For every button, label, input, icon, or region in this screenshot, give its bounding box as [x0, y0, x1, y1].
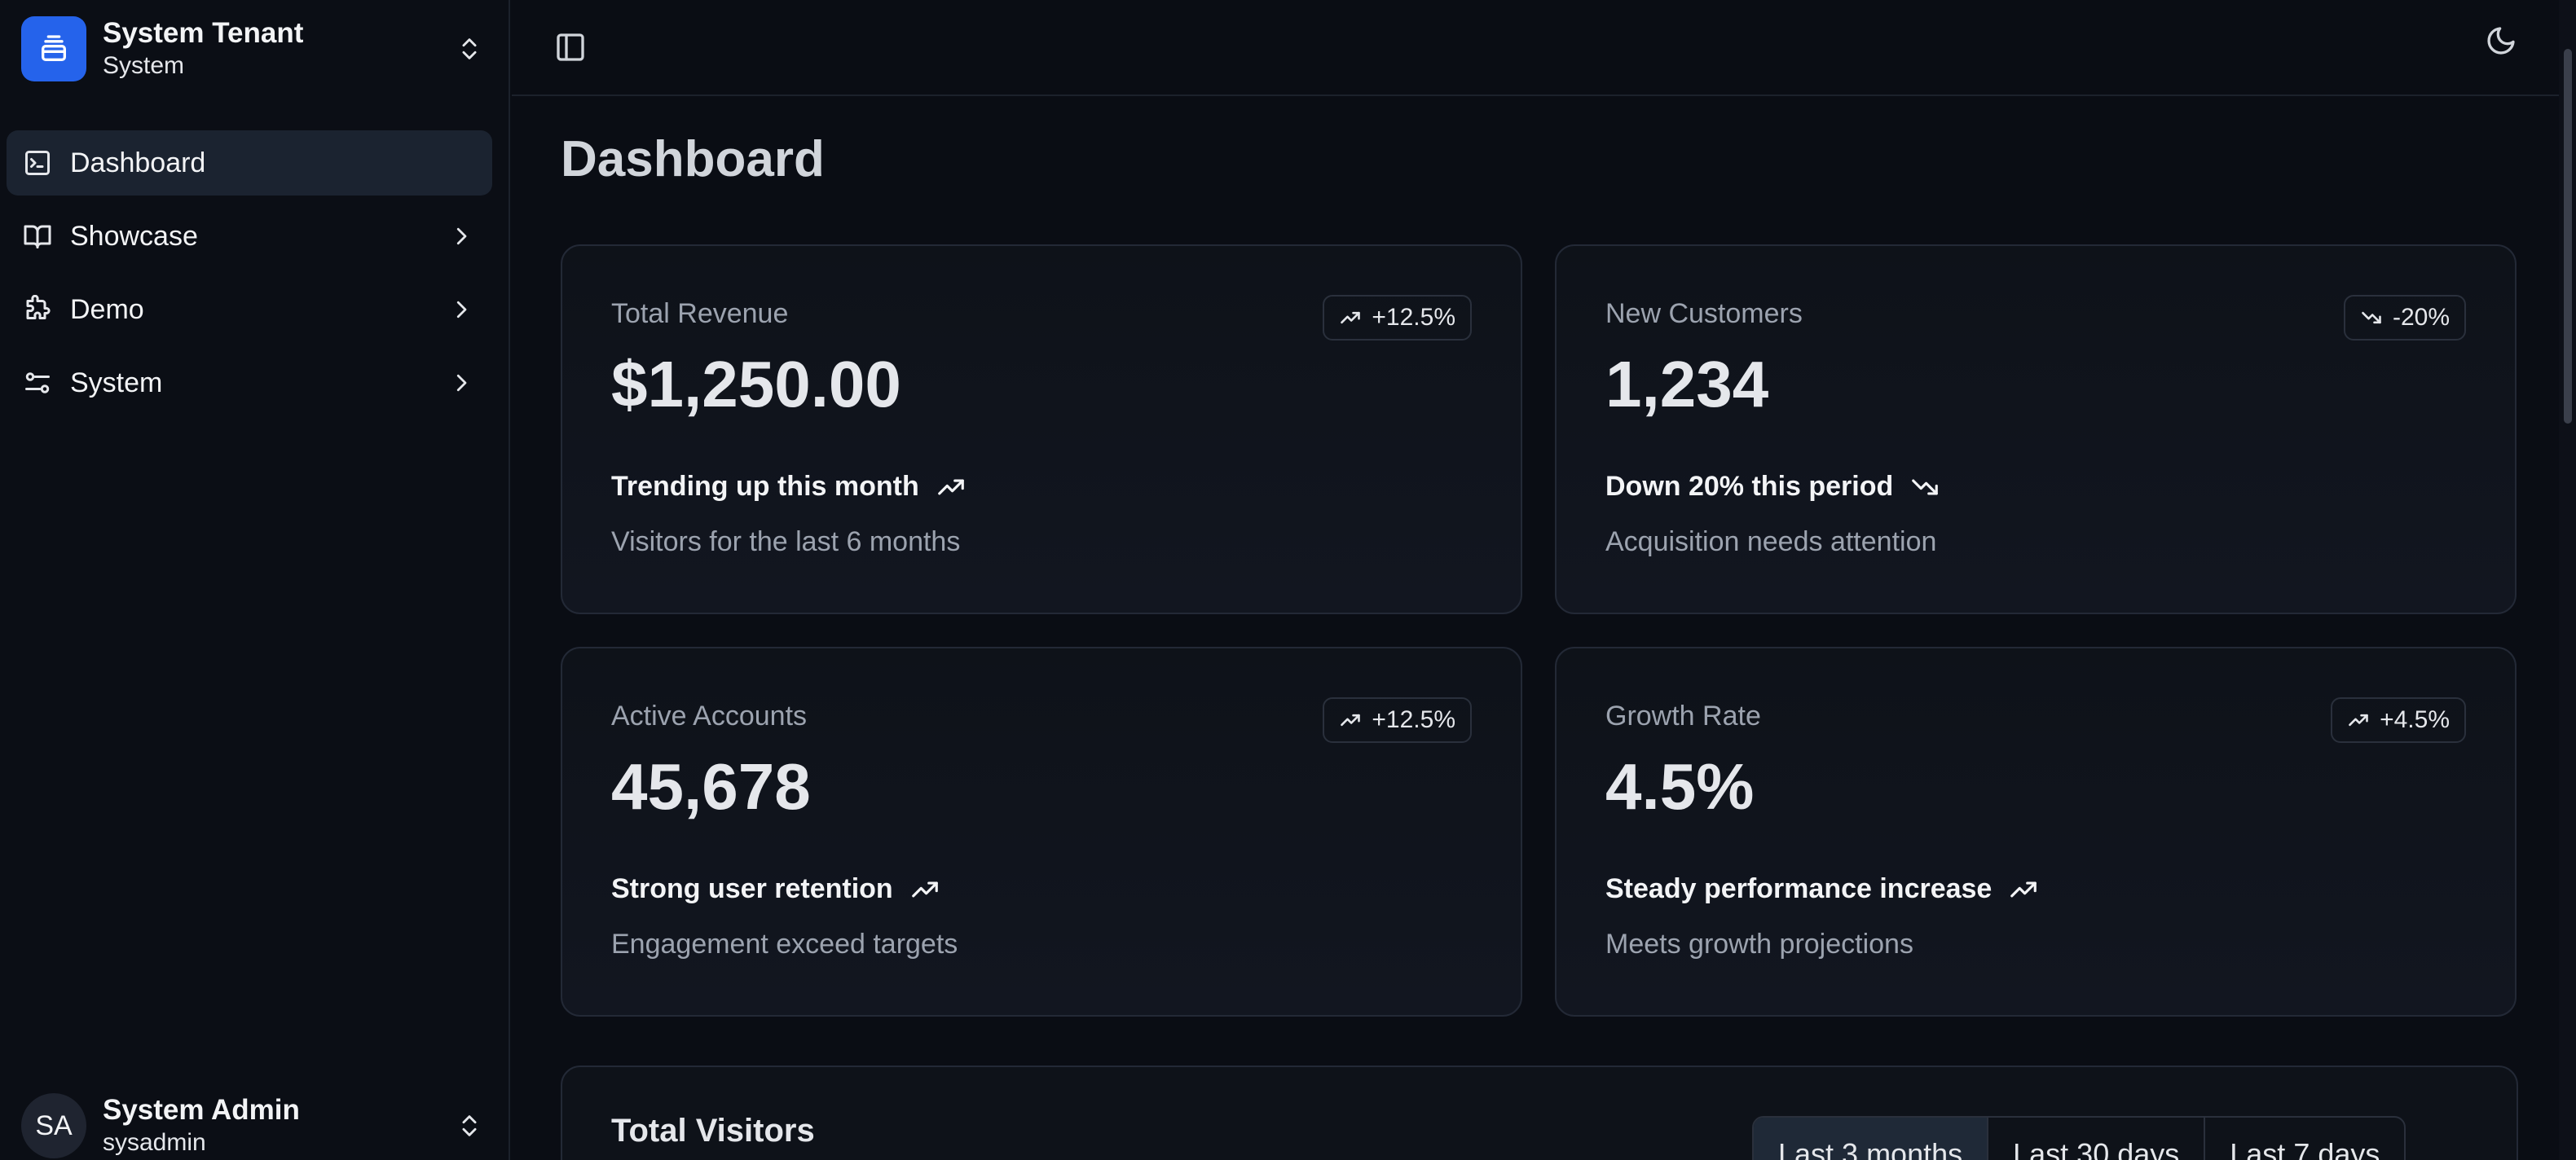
sidebar-item-showcase[interactable]: Showcase [7, 204, 492, 269]
trend-summary: Strong user retention [611, 873, 940, 905]
stat-card-total-revenue: Total Revenue $1,250.00 +12.5% Trending … [561, 244, 1522, 614]
trend-badge-value: +12.5% [1372, 706, 1455, 733]
sidebar-item-label: Showcase [70, 220, 198, 252]
sidebar-item-label: Demo [70, 293, 144, 325]
range-last-30-days-button[interactable]: Last 30 days [1988, 1118, 2206, 1160]
stat-label: Growth Rate [1605, 701, 1761, 732]
chevron-right-icon [445, 367, 478, 399]
tenant-logo-icon [21, 16, 86, 81]
top-bar [512, 0, 2576, 96]
tenant-text: System Tenant System [103, 16, 453, 81]
trending-down-icon [1912, 479, 1939, 494]
trending-up-icon [2010, 881, 2037, 897]
moon-icon[interactable] [2473, 16, 2530, 65]
settings-sliders-icon [21, 367, 54, 399]
tenant-sub: System [103, 52, 185, 79]
trend-badge-value: +12.5% [1372, 304, 1455, 331]
stat-card-growth-rate: Growth Rate 4.5% +4.5% Steady performanc… [1555, 647, 2517, 1017]
trend-badge: +4.5% [2331, 697, 2466, 743]
trend-summary: Trending up this month [611, 471, 967, 503]
stat-description: Acquisition needs attention [1605, 526, 1937, 557]
app: System Tenant System Dashboard Showcase … [0, 0, 2576, 1160]
sidebar-nav: Dashboard Showcase Demo System [7, 130, 492, 424]
sidebar-toggle-icon[interactable] [546, 23, 595, 72]
stat-description: Meets growth projections [1605, 929, 1913, 960]
stat-label: Total Revenue [611, 298, 789, 329]
sidebar-item-demo[interactable]: Demo [7, 277, 492, 342]
user-menu[interactable]: SA System Admin sysadmin [21, 1088, 486, 1160]
page-title: Dashboard [561, 131, 825, 187]
trending-up-icon [1341, 311, 1361, 324]
stat-card-active-accounts: Active Accounts 45,678 +12.5% Strong use… [561, 647, 1522, 1017]
user-text: System Admin sysadmin [103, 1093, 453, 1158]
sidebar-item-label: Dashboard [70, 147, 206, 178]
trend-badge: -20% [2343, 295, 2466, 341]
trend-summary: Steady performance increase [1605, 873, 2039, 905]
user-name: System Admin [103, 1094, 300, 1126]
chevrons-up-down-icon[interactable] [453, 33, 486, 65]
trend-summary: Down 20% this period [1605, 471, 1940, 503]
chevron-right-icon [445, 293, 478, 326]
tenant-switcher[interactable]: System Tenant System [21, 15, 486, 83]
stat-description: Engagement exceed targets [611, 929, 958, 960]
trending-up-icon [2349, 714, 2368, 727]
trend-text: Strong user retention [611, 873, 893, 904]
stat-value: $1,250.00 [611, 348, 901, 420]
stat-label: New Customers [1605, 298, 1803, 329]
trend-badge-value: +4.5% [2380, 706, 2450, 733]
user-username: sysadmin [103, 1129, 206, 1156]
total-visitors-card: Total Visitors Last 3 months Last 30 day… [561, 1066, 2518, 1160]
trend-text: Down 20% this period [1605, 471, 1894, 502]
trend-badge: +12.5% [1323, 697, 1472, 743]
tenant-name: System Tenant [103, 17, 304, 49]
avatar: SA [21, 1093, 86, 1158]
trend-text: Trending up this month [611, 471, 919, 502]
trend-text: Steady performance increase [1605, 873, 1993, 904]
puzzle-icon [21, 293, 54, 326]
stat-description: Visitors for the last 6 months [611, 526, 961, 557]
time-range-toggle: Last 3 months Last 30 days Last 7 days [1752, 1116, 2406, 1160]
trend-badge: +12.5% [1323, 295, 1472, 341]
trending-down-icon [2362, 311, 2381, 324]
stat-value: 45,678 [611, 750, 811, 823]
visitors-title: Total Visitors [611, 1113, 815, 1149]
sidebar-item-system[interactable]: System [7, 350, 492, 415]
trending-up-icon [1341, 714, 1361, 727]
sidebar: System Tenant System Dashboard Showcase … [0, 0, 510, 1160]
stat-value: 4.5% [1605, 750, 1755, 823]
stat-card-new-customers: New Customers 1,234 -20% Down 20% this p… [1555, 244, 2517, 614]
stat-label: Active Accounts [611, 701, 808, 732]
stat-value: 1,234 [1605, 348, 1769, 420]
chevrons-up-down-icon[interactable] [453, 1109, 486, 1142]
terminal-square-icon [21, 147, 54, 179]
scrollbar-thumb[interactable] [2564, 49, 2572, 424]
trending-up-icon [937, 479, 964, 494]
trending-up-icon [911, 881, 938, 897]
range-last-7-days-button[interactable]: Last 7 days [2205, 1118, 2404, 1160]
trend-badge-value: -20% [2392, 304, 2450, 331]
chevron-right-icon [445, 220, 478, 253]
sidebar-item-label: System [70, 367, 163, 398]
range-last-3-months-button[interactable]: Last 3 months [1754, 1118, 1989, 1160]
sidebar-item-dashboard[interactable]: Dashboard [7, 130, 492, 196]
book-open-icon [21, 220, 54, 253]
